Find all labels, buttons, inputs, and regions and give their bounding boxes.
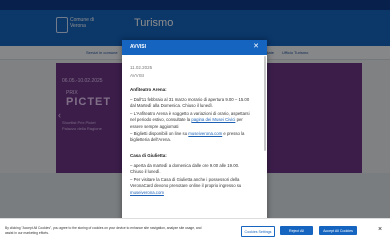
modal-title: AVVISI xyxy=(130,44,147,50)
casa-heading: Casa di Giulietta: xyxy=(130,153,167,158)
musei-civici-link[interactable]: pagina dei Musei Civici xyxy=(191,117,235,122)
arena-hours: – Dall'11 febbraio al 31 marzo morario d… xyxy=(130,97,250,109)
notice-category: AVVISI xyxy=(130,73,145,78)
modal-scrollbar[interactable] xyxy=(264,56,266,151)
notice-date: 11.02.2025 xyxy=(130,65,153,70)
arena-tickets-text: – Biglietti disponibili on line su xyxy=(130,131,188,136)
arena-heading: Anfiteatro Arena: xyxy=(130,87,167,92)
reject-all-button[interactable]: Reject All xyxy=(280,226,313,235)
close-icon[interactable]: ✕ xyxy=(253,43,259,50)
notice-modal: AVVISI ✕ 11.02.2025 AVVISI Anfiteatro Ar… xyxy=(122,40,267,228)
museiverona-link[interactable]: museiverona.com xyxy=(188,131,222,136)
casa-booking: – Per visitare la Casa di Giulietta anch… xyxy=(130,177,252,196)
modal-header: AVVISI ✕ xyxy=(122,40,267,55)
accept-all-button[interactable]: Accept All Cookies xyxy=(319,226,357,235)
cookie-text: By clicking "Accept All Cookies", you ag… xyxy=(5,226,202,235)
arena-variations: – L'Anfiteatro Arena è soggetto a variaz… xyxy=(130,111,252,130)
museiverona-link-2[interactable]: museiverona.com xyxy=(130,190,164,195)
casa-hours: – aperta da martedì a domenica dalle ore… xyxy=(130,163,240,175)
modal-body[interactable]: 11.02.2025 AVVISI Anfiteatro Arena: – Da… xyxy=(122,55,267,228)
arena-tickets: – Biglietti disponibili on line su musei… xyxy=(130,131,252,144)
casa-booking-text: – Per visitare la Casa di Giulietta anch… xyxy=(130,177,242,189)
close-icon[interactable]: × xyxy=(378,226,382,233)
cookies-settings-button[interactable]: Cookies Settings xyxy=(241,226,275,237)
cookie-banner: By clicking "Accept All Cookies", you ag… xyxy=(0,218,390,241)
